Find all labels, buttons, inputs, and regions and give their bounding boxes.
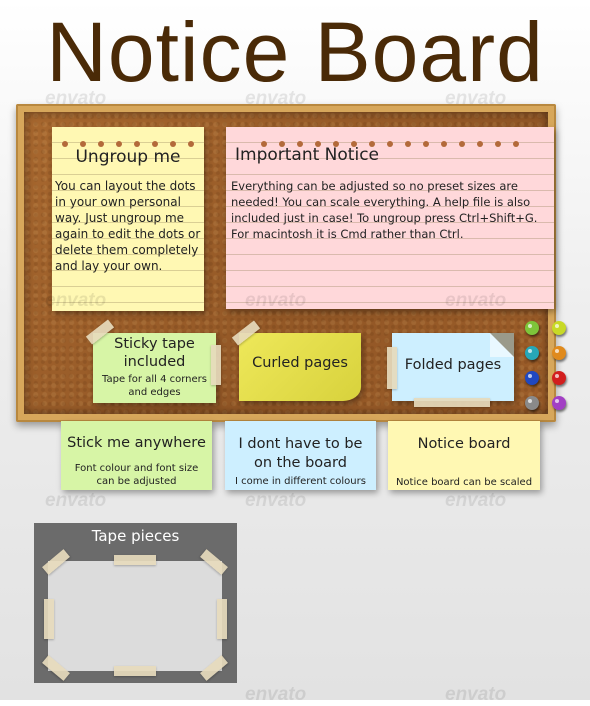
sticky-tape-sub: Tape for all 4 corners and edges <box>102 374 207 398</box>
teal-pin <box>525 346 539 360</box>
sticky-tape-heading: Sticky tape included <box>114 336 195 370</box>
tape-pieces-preview <box>48 561 222 671</box>
stick-anywhere-note[interactable]: Stick me anywhere Font colour and font s… <box>61 421 212 490</box>
sticky-tape-note[interactable]: Sticky tape included Tape for all 4 corn… <box>93 333 216 403</box>
notice-board-note[interactable]: Notice board Notice board can be scaled <box>388 421 540 490</box>
tape-pieces-label: Tape pieces <box>91 527 180 545</box>
not-on-board-heading: I dont have to be on the board <box>238 436 363 471</box>
important-note-body: Everything can be adjusted so no preset … <box>231 179 538 241</box>
tape-piece <box>217 599 227 639</box>
tape-piece <box>387 347 397 389</box>
tape-pieces-panel: Tape pieces <box>34 523 237 683</box>
ungroup-note[interactable]: Ungroup me You can layout the dots in yo… <box>52 127 204 311</box>
watermark: envato <box>245 684 307 705</box>
notice-board-sub: Notice board can be scaled <box>395 477 533 488</box>
green-pin <box>525 321 539 335</box>
ungroup-note-body: You can layout the dots in your own pers… <box>55 179 201 273</box>
tape-piece <box>114 666 156 676</box>
notice-board-heading: Notice board <box>417 436 511 452</box>
not-on-board-note[interactable]: I dont have to be on the board I come in… <box>225 421 376 490</box>
tape-piece <box>44 599 54 639</box>
punch-dots <box>226 132 554 147</box>
tape-piece <box>211 345 221 385</box>
folded-pages-heading: Folded pages <box>404 357 502 373</box>
curled-pages-heading: Curled pages <box>252 355 348 371</box>
curled-pages-note[interactable]: Curled pages <box>239 333 361 401</box>
purple-pin <box>552 396 566 410</box>
watermark: envato <box>445 490 507 511</box>
stick-anywhere-heading: Stick me anywhere <box>67 435 206 451</box>
blue-pin <box>525 371 539 385</box>
watermark: envato <box>245 490 307 511</box>
watermark: envato <box>445 684 507 705</box>
tape-piece <box>114 555 156 565</box>
stick-anywhere-sub: Font colour and font size can be adjuste… <box>74 463 199 487</box>
tape-piece <box>414 398 490 407</box>
ungroup-note-heading: Ungroup me <box>75 147 181 167</box>
punch-dots <box>52 132 204 147</box>
watermark: envato <box>45 490 107 511</box>
grey-pin <box>525 396 539 410</box>
red-pin <box>552 371 566 385</box>
page-title: Notice Board <box>46 5 544 99</box>
orange-pin <box>552 346 566 360</box>
important-note[interactable]: Important Notice Everything can be adjus… <box>226 127 554 309</box>
important-note-heading: Important Notice <box>235 145 379 165</box>
lime-pin <box>552 321 566 335</box>
not-on-board-sub: I come in different colours <box>235 476 366 487</box>
folded-corner <box>490 333 514 357</box>
